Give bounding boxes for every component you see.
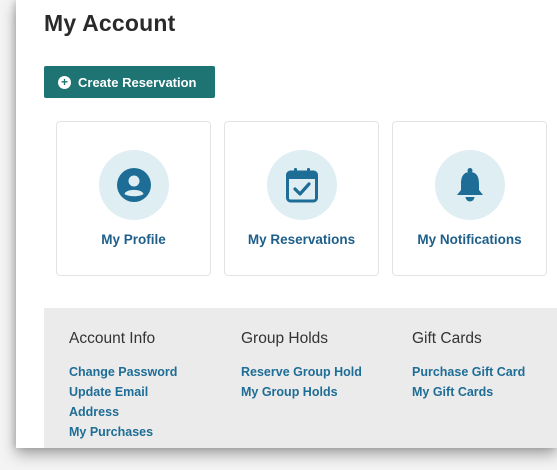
account-info-title: Account Info	[69, 330, 156, 347]
card-my-notifications[interactable]: My Notifications	[392, 121, 547, 276]
my-group-holds-link[interactable]: My Group Holds	[241, 382, 362, 402]
my-purchases-link[interactable]: My Purchases	[69, 422, 179, 442]
card-my-reservations[interactable]: My Reservations	[224, 121, 379, 276]
account-info-column: Account Info Change Password Update Emai…	[69, 330, 179, 442]
update-email-link[interactable]: Update Email Address	[69, 382, 179, 422]
bell-icon	[456, 168, 483, 202]
card-label: My Reservations	[247, 232, 356, 247]
change-password-link[interactable]: Change Password	[69, 362, 179, 382]
notifications-icon-circle	[434, 150, 505, 220]
create-reservation-button[interactable]: + Create Reservation	[44, 66, 215, 98]
user-icon	[116, 168, 151, 202]
footer-links: Account Info Change Password Update Emai…	[44, 308, 557, 448]
gift-cards-title: Gift Cards	[412, 330, 482, 347]
reserve-group-hold-link[interactable]: Reserve Group Hold	[241, 362, 362, 382]
group-holds-title: Group Holds	[241, 330, 329, 347]
card-label: My Profile	[101, 232, 166, 247]
account-panel: My Account + Create Reservation My Profi…	[16, 0, 557, 448]
group-holds-column: Group Holds Reserve Group Hold My Group …	[241, 330, 362, 402]
card-label: My Notifications	[417, 232, 522, 247]
page-title: My Account	[44, 10, 176, 36]
purchase-gift-card-link[interactable]: Purchase Gift Card	[412, 362, 525, 382]
calendar-check-icon	[285, 168, 318, 203]
plus-circle-icon: +	[58, 75, 71, 89]
gift-cards-column: Gift Cards Purchase Gift Card My Gift Ca…	[412, 330, 525, 402]
reservations-icon-circle	[266, 150, 337, 220]
my-gift-cards-link[interactable]: My Gift Cards	[412, 382, 525, 402]
card-my-profile[interactable]: My Profile	[56, 121, 211, 276]
create-reservation-label: Create Reservation	[78, 74, 197, 90]
profile-icon-circle	[98, 150, 169, 220]
